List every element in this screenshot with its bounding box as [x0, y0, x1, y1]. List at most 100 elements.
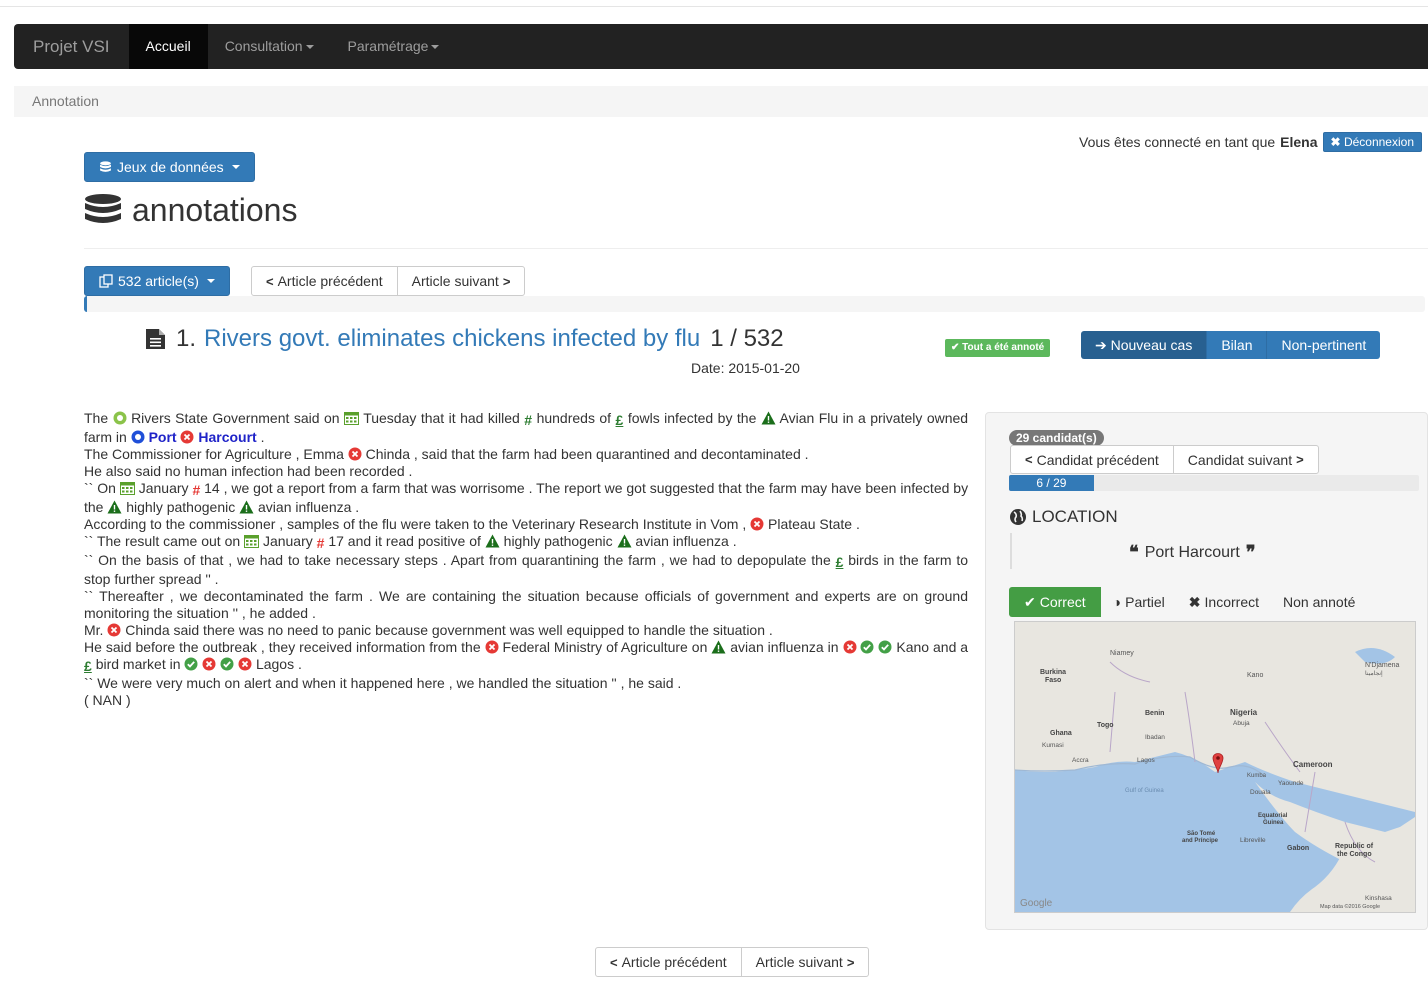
arrow-right-icon: ➔	[1095, 337, 1107, 353]
hash-icon[interactable]: #	[524, 412, 532, 429]
partial-button[interactable]: ◑ Partiel	[1101, 587, 1177, 617]
candidate-progress-bar: 6 / 29	[1009, 475, 1094, 491]
correct-button[interactable]: ✔ Correct	[1009, 587, 1101, 617]
map-label: Gulf of Guinea	[1125, 788, 1164, 794]
host-icon[interactable]: £	[836, 554, 844, 571]
warning-icon[interactable]	[239, 500, 254, 514]
chevron-left-icon: <	[610, 954, 618, 970]
text: `` Thereafter , we decontaminated the fa…	[84, 588, 968, 621]
host-icon[interactable]: £	[84, 658, 92, 675]
datasets-dropdown-button[interactable]: Jeux de données	[84, 152, 255, 182]
hash-icon[interactable]: #	[192, 482, 200, 499]
nav-consultation[interactable]: Consultation	[208, 24, 331, 69]
hash-icon[interactable]: #	[317, 535, 325, 552]
datasets-label: Jeux de données	[117, 159, 224, 175]
nav-accueil-label: Accueil	[145, 38, 191, 54]
text: hundreds of	[536, 410, 612, 426]
highlighted-place[interactable]: Harcourt	[198, 429, 256, 445]
place-remove-icon[interactable]	[107, 623, 121, 637]
bottom-prev-article-button[interactable]: < Article précédent	[595, 947, 742, 977]
next-candidate-button[interactable]: Candidat suivant >	[1172, 445, 1319, 474]
candidate-location: ❝ Port Harcourt ❞	[1129, 542, 1256, 563]
new-case-button[interactable]: ➔ Nouveau cas	[1081, 331, 1208, 359]
place-remove-icon[interactable]	[485, 640, 499, 654]
place-circle-icon[interactable]	[131, 430, 145, 444]
text: The	[84, 410, 109, 426]
database-icon	[100, 160, 111, 172]
not-relevant-button[interactable]: Non-pertinent	[1267, 331, 1381, 359]
not-annotated-label: Non annoté	[1283, 594, 1356, 610]
text: avian influenza .	[635, 533, 737, 549]
map-label: N'Djamena	[1365, 662, 1400, 669]
text: fowls infected by the	[627, 410, 757, 426]
highlighted-place[interactable]: Port	[149, 429, 177, 445]
map-label: Abuja	[1233, 720, 1250, 727]
text: He said before the outbreak , they recei…	[84, 639, 481, 655]
place-ok-icon[interactable]	[878, 640, 892, 654]
location-map[interactable]: Niamey N'Djamena إنجامينا Burkina Faso K…	[1014, 621, 1416, 913]
article-title[interactable]: Rivers govt. eliminates chickens infecte…	[204, 325, 700, 353]
calendar-icon[interactable]	[344, 411, 359, 425]
warning-icon[interactable]	[761, 411, 776, 425]
calendar-icon[interactable]	[119, 481, 135, 495]
warning-icon[interactable]	[711, 640, 726, 654]
place-remove-icon[interactable]	[750, 517, 764, 531]
paragraph: ( NAN )	[84, 692, 968, 709]
prev-article-label: Article précédent	[277, 273, 383, 289]
article-progress	[84, 296, 1425, 312]
prev-article-button[interactable]: < Article précédent	[251, 266, 398, 296]
place-remove-icon[interactable]	[238, 657, 252, 671]
org-circle-icon[interactable]	[113, 411, 127, 425]
text: The Commissioner for Agriculture , Emma	[84, 446, 344, 462]
paragraph: According to the commissioner , samples …	[84, 516, 968, 533]
paragraph: He said before the outbreak , they recei…	[84, 639, 968, 675]
text: `` On	[84, 480, 116, 496]
nav-parametrage[interactable]: Paramétrage	[331, 24, 457, 69]
calendar-icon[interactable]	[244, 534, 260, 548]
nav-consultation-label: Consultation	[224, 38, 303, 54]
incorrect-button[interactable]: ✖ Incorrect	[1177, 587, 1271, 617]
next-article-button[interactable]: Article suivant >	[396, 266, 526, 296]
host-icon[interactable]: £	[616, 412, 624, 429]
text: Plateau State .	[768, 516, 860, 532]
not-annotated-button[interactable]: Non annoté	[1271, 587, 1367, 617]
new-case-label: Nouveau cas	[1110, 337, 1193, 353]
map-label: Accra	[1072, 757, 1089, 764]
map-label: Libreville	[1240, 837, 1266, 844]
nav-accueil[interactable]: Accueil	[128, 24, 208, 69]
place-ok-icon[interactable]	[184, 657, 198, 671]
logout-button[interactable]: ✖ Déconnexion	[1322, 132, 1422, 152]
nav-parametrage-label: Paramétrage	[347, 38, 429, 54]
place-remove-icon[interactable]	[348, 447, 362, 461]
chevron-right-icon: >	[1296, 452, 1304, 467]
articles-dropdown-button[interactable]: 532 article(s)	[84, 266, 230, 296]
text: 17 and it read positive of	[328, 533, 481, 549]
map-label: Kano	[1247, 672, 1263, 679]
prev-candidate-button[interactable]: < Candidat précédent	[1010, 445, 1174, 474]
map-label: Faso	[1045, 677, 1061, 684]
user-info: Vous êtes connecté en tant que Elena ✖ D…	[1079, 132, 1422, 152]
warning-icon[interactable]	[107, 500, 122, 514]
map-label: Benin	[1145, 710, 1164, 717]
map-label: Kinshasa	[1365, 895, 1392, 902]
paragraph: `` Thereafter , we decontaminated the fa…	[84, 588, 968, 622]
text: Kano and a	[896, 639, 969, 655]
copy-icon	[99, 274, 113, 288]
place-remove-icon[interactable]	[843, 640, 857, 654]
place-remove-icon[interactable]	[180, 430, 194, 444]
bottom-article-nav: < Article précédent Article suivant >	[595, 947, 870, 977]
place-remove-icon[interactable]	[202, 657, 216, 671]
map-canvas[interactable]: Niamey N'Djamena إنجامينا Burkina Faso K…	[1015, 622, 1415, 912]
summary-button[interactable]: Bilan	[1207, 331, 1268, 359]
text: Chinda , said that the farm had been qua…	[365, 446, 809, 462]
place-ok-icon[interactable]	[220, 657, 234, 671]
place-ok-icon[interactable]	[860, 640, 874, 654]
warning-icon[interactable]	[485, 534, 500, 548]
map-label: Lagos	[1137, 757, 1155, 764]
brand[interactable]: Projet VSI	[14, 24, 129, 69]
candidate-location-text: Port Harcourt	[1144, 543, 1240, 561]
bottom-next-article-button[interactable]: Article suivant >	[740, 947, 870, 977]
correct-label: Correct	[1039, 594, 1086, 610]
warning-icon[interactable]	[617, 534, 632, 548]
prev-candidate-label: Candidat précédent	[1036, 451, 1159, 468]
